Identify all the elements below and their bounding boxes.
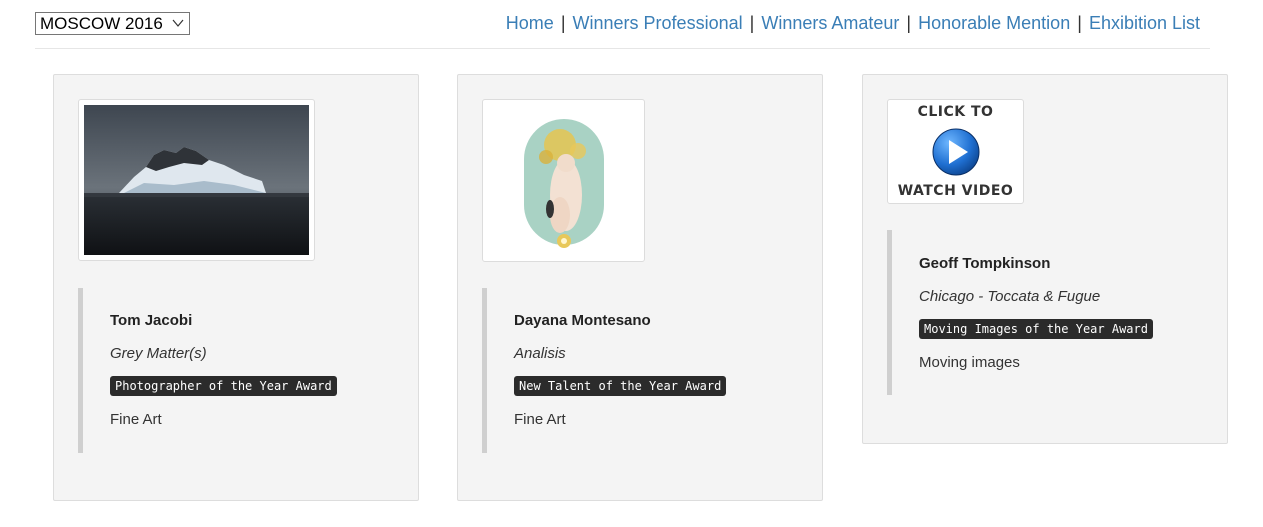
iceberg-photo: [84, 105, 309, 255]
main-nav: Home | Winners Professional | Winners Am…: [506, 12, 1200, 34]
nav-winners-amateur-link[interactable]: Winners Amateur: [761, 13, 899, 33]
video-thumbnail: CLICK TO WATCH VIDEO: [894, 104, 1017, 199]
work-title: Analisis: [514, 345, 566, 362]
nav-winners-professional-link[interactable]: Winners Professional: [573, 13, 743, 33]
nav-separator: |: [560, 13, 566, 33]
award-badge: Moving Images of the Year Award: [919, 319, 1153, 339]
nav-honorable-mention-link[interactable]: Honorable Mention: [918, 13, 1070, 33]
figure-in-capsule-photo: [488, 105, 639, 256]
winner-info: Tom Jacobi Grey Matter(s) Photographer o…: [78, 288, 337, 453]
nav-separator: |: [1077, 13, 1082, 33]
watch-video-button[interactable]: CLICK TO WATCH VIDEO: [887, 99, 1024, 204]
winner-thumbnail[interactable]: [78, 99, 315, 261]
nav-exhibition-list-link[interactable]: Ehxibition List: [1089, 13, 1200, 33]
nav-separator: |: [906, 13, 912, 33]
winner-card: Tom Jacobi Grey Matter(s) Photographer o…: [53, 74, 419, 501]
award-badge: Photographer of the Year Award: [110, 376, 337, 396]
winner-name: Dayana Montesano: [514, 312, 651, 329]
winner-info: Geoff Tompkinson Chicago - Toccata & Fug…: [887, 230, 1153, 395]
winner-card: CLICK TO WATCH VIDEO Geoff Tompkinson Ch…: [862, 74, 1228, 444]
category-label: Fine Art: [514, 411, 566, 428]
winner-name: Geoff Tompkinson: [919, 255, 1051, 272]
work-title: Grey Matter(s): [110, 345, 207, 362]
event-select[interactable]: MOSCOW 2016: [35, 12, 190, 35]
winner-card: Dayana Montesano Analisis New Talent of …: [457, 74, 823, 501]
header-divider: [35, 48, 1210, 49]
award-badge: New Talent of the Year Award: [514, 376, 727, 396]
work-title: Chicago - Toccata & Fugue: [919, 288, 1101, 305]
video-caption-bottom: WATCH VIDEO: [897, 183, 1014, 199]
category-label: Moving images: [919, 354, 1020, 371]
category-label: Fine Art: [110, 411, 162, 428]
winner-name: Tom Jacobi: [110, 312, 193, 329]
winner-thumbnail[interactable]: [482, 99, 645, 262]
event-select-value: MOSCOW 2016: [40, 13, 163, 33]
nav-home-link[interactable]: Home: [506, 13, 554, 33]
nav-separator: |: [749, 13, 755, 33]
winner-info: Dayana Montesano Analisis New Talent of …: [482, 288, 727, 453]
chevron-down-icon: [172, 19, 184, 27]
play-video-icon: [932, 128, 979, 175]
video-caption-top: CLICK TO: [917, 104, 994, 120]
